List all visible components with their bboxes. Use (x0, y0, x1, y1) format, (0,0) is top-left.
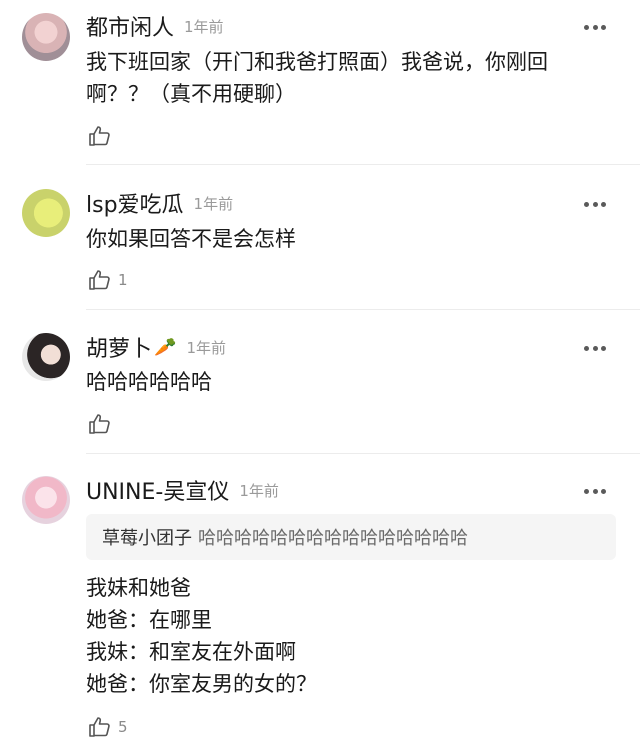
username[interactable]: UNINE-吴宣仪 (86, 474, 229, 506)
comment-line: 她爸：在哪里 (86, 608, 212, 632)
comment-header: 胡萝卜 🥕 1年前 (86, 331, 226, 363)
like-button[interactable]: 1 (88, 268, 128, 292)
like-button[interactable] (88, 412, 118, 436)
quoted-text: 哈哈哈哈哈哈哈哈哈哈哈哈哈哈哈 (198, 528, 468, 549)
timestamp: 1年前 (186, 338, 226, 357)
comment-text: 哈哈哈哈哈哈 (86, 366, 212, 398)
comment-text: 我下班回家（开门和我爸打照面）我爸说，你刚回 啊？？（真不用硬聊） (86, 46, 548, 110)
thumbs-up-icon (88, 268, 112, 292)
more-options-icon[interactable] (584, 24, 606, 30)
comment-item: 都市闲人 1年前 我下班回家（开门和我爸打照面）我爸说，你刚回 啊？？（真不用硬… (0, 0, 640, 165)
more-options-icon[interactable] (584, 345, 606, 351)
comment-header: UNINE-吴宣仪 1年前 (86, 474, 279, 506)
avatar[interactable] (22, 13, 70, 61)
comment-item: lsp爱吃瓜 1年前 你如果回答不是会怎样 1 (0, 165, 640, 310)
quoted-username[interactable]: 草莓小团子 (102, 524, 192, 550)
comment-line: 哈哈哈哈哈哈 (86, 370, 212, 394)
comment-item: UNINE-吴宣仪 1年前 草莓小团子 哈哈哈哈哈哈哈哈哈哈哈哈哈哈哈 我妹和她… (0, 454, 640, 756)
timestamp: 1年前 (193, 194, 234, 213)
username[interactable]: 都市闲人 (86, 10, 174, 42)
comment-text: 我妹和她爸 她爸：在哪里 我妹：和室友在外面啊 她爸：你室友男的女的？ (86, 572, 317, 700)
more-options-icon[interactable] (584, 488, 606, 494)
like-button[interactable]: 5 (88, 715, 128, 739)
username[interactable]: 胡萝卜 (86, 331, 152, 363)
more-options-icon[interactable] (584, 201, 606, 207)
comment-header: lsp爱吃瓜 1年前 (86, 187, 233, 219)
comment-line: 她爸：你室友男的女的？ (86, 672, 317, 696)
comment-line: 我下班回家（开门和我爸打照面）我爸说，你刚回 (86, 50, 548, 74)
comment-text: 你如果回答不是会怎样 (86, 223, 296, 255)
avatar[interactable] (22, 333, 70, 381)
comment-line: 我妹和她爸 (86, 576, 191, 600)
username[interactable]: lsp爱吃瓜 (86, 187, 184, 219)
thumbs-up-icon (88, 715, 112, 739)
quoted-reply[interactable]: 草莓小团子 哈哈哈哈哈哈哈哈哈哈哈哈哈哈哈 (86, 514, 616, 560)
thumbs-up-icon (88, 412, 112, 436)
like-count: 1 (118, 271, 128, 289)
comment-line: 啊？？（真不用硬聊） (86, 82, 296, 106)
timestamp: 1年前 (239, 481, 279, 500)
comment-header: 都市闲人 1年前 (86, 10, 224, 42)
thumbs-up-icon (88, 124, 112, 148)
carrot-emoji: 🥕 (154, 336, 177, 358)
like-button[interactable] (88, 124, 118, 148)
timestamp: 1年前 (184, 17, 224, 36)
like-count: 5 (118, 718, 128, 736)
comment-item: 胡萝卜 🥕 1年前 哈哈哈哈哈哈 (0, 310, 640, 454)
avatar[interactable] (22, 476, 70, 524)
comment-line: 你如果回答不是会怎样 (86, 227, 296, 251)
comment-line: 我妹：和室友在外面啊 (86, 640, 296, 664)
avatar[interactable] (22, 189, 70, 237)
